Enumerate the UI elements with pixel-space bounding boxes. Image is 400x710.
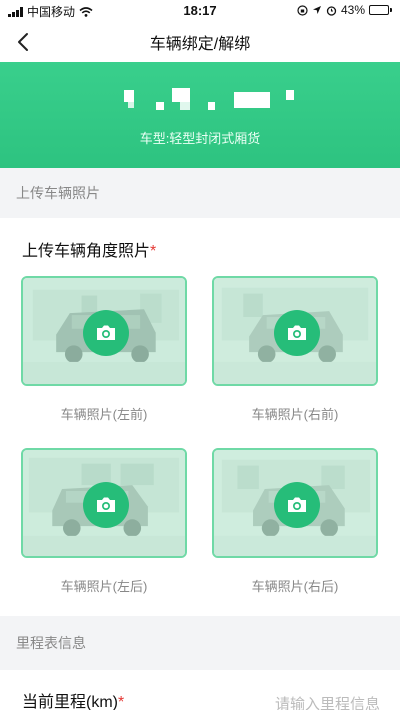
mileage-input[interactable] [240, 696, 380, 710]
odometer-row: 当前里程(km)* [0, 670, 400, 710]
photo-upload-right-rear[interactable] [212, 448, 378, 558]
photo-upload-right-front[interactable] [212, 276, 378, 386]
camera-icon [97, 325, 115, 340]
section-header-odometer: 里程表信息 [0, 616, 400, 670]
camera-button[interactable] [83, 482, 129, 528]
photo-caption: 车辆照片(左后) [60, 579, 148, 594]
photo-card: 上传车辆角度照片* 车辆照片(左前) 车辆照片(右前) 车辆照片(左后) 车辆照… [0, 218, 400, 616]
battery-percent: 43% [340, 3, 365, 17]
photo-subtitle: 上传车辆角度照片* [22, 243, 157, 260]
section-header-photos: 上传车辆照片 [0, 168, 400, 218]
chevron-left-icon[interactable] [12, 30, 36, 54]
photo-upload-left-front[interactable] [21, 276, 187, 386]
vehicle-type: 车型:轻型封闭式厢货 [139, 131, 261, 146]
required-mark: * [150, 243, 157, 260]
camera-button[interactable] [274, 482, 320, 528]
photo-caption: 车辆照片(右后) [251, 579, 339, 594]
status-bar: 中国移动 18:17 43% [0, 0, 400, 22]
camera-icon [288, 325, 306, 340]
location-icon [312, 6, 321, 14]
orientation-lock-icon [297, 4, 308, 16]
camera-button[interactable] [83, 310, 129, 356]
license-plate-obscured [0, 88, 400, 112]
camera-icon [97, 497, 115, 512]
nav-bar: 车辆绑定/解绑 [0, 22, 400, 62]
photo-caption: 车辆照片(右前) [251, 407, 339, 422]
page-title: 车辆绑定/解绑 [149, 36, 251, 53]
photo-caption: 车辆照片(左前) [60, 407, 148, 422]
odometer-label: 当前里程(km)* [22, 694, 125, 710]
required-mark: * [118, 694, 125, 710]
camera-button[interactable] [274, 310, 320, 356]
status-right: 43% [297, 3, 392, 17]
battery-icon [369, 5, 392, 15]
photo-upload-left-rear[interactable] [21, 448, 187, 558]
vehicle-header: 车型:轻型封闭式厢货 [0, 62, 400, 168]
camera-icon [288, 497, 306, 512]
alarm-icon [326, 5, 337, 16]
